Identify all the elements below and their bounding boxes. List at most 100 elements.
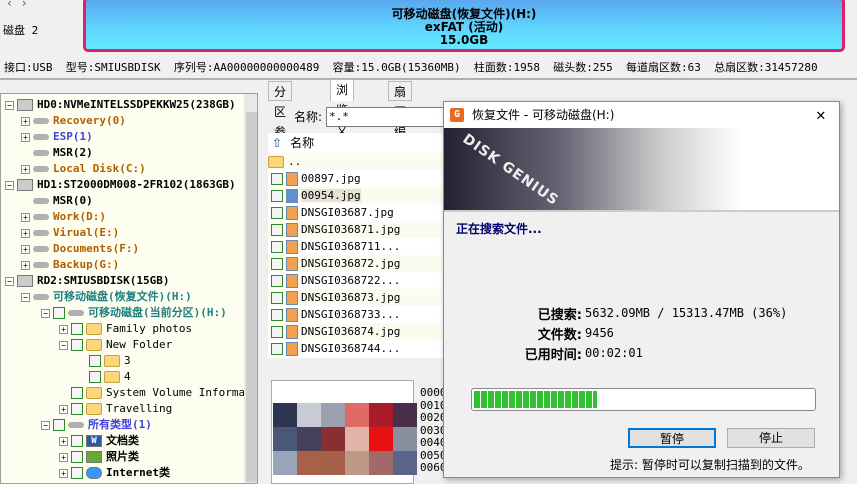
checkbox[interactable] xyxy=(271,241,283,253)
tree-item[interactable]: + Recovery(0) xyxy=(21,113,126,129)
checkbox[interactable] xyxy=(271,224,283,236)
checkbox[interactable] xyxy=(271,275,283,287)
file-row[interactable]: DNSGI0368733... xyxy=(268,306,448,323)
expand-toggle-icon[interactable]: + xyxy=(59,324,68,334)
tree-item[interactable]: + Backup(G:) xyxy=(21,257,119,273)
partition-bar[interactable]: 可移动磁盘(恢复文件)(H:) exFAT (活动) 15.0GB xyxy=(83,0,845,52)
expand-toggle-icon[interactable]: + xyxy=(21,244,30,254)
checkbox[interactable] xyxy=(71,387,83,399)
tree-item[interactable]: + W 文档类 xyxy=(59,433,139,449)
tree-item[interactable]: + 照片类 xyxy=(59,449,139,465)
tree-item[interactable]: − HD1:ST2000DM008-2FR102(1863GB) xyxy=(5,177,236,193)
checkbox[interactable] xyxy=(271,309,283,321)
expand-toggle-icon[interactable]: − xyxy=(59,340,68,350)
tree-item-label: MSR(0) xyxy=(53,194,93,207)
checkbox[interactable] xyxy=(71,451,83,463)
up-icon[interactable]: ⇧ xyxy=(272,136,282,150)
file-row[interactable]: DNSGI036871.jpg xyxy=(268,221,448,238)
expand-toggle-icon[interactable]: + xyxy=(21,212,30,222)
file-row[interactable]: DNSGI0368711... xyxy=(268,238,448,255)
expand-toggle-icon[interactable]: + xyxy=(59,468,68,478)
checkbox[interactable] xyxy=(53,307,65,319)
expand-toggle-icon[interactable]: + xyxy=(21,132,30,142)
tree-scroll-thumb[interactable] xyxy=(246,112,257,482)
tree-item[interactable]: MSR(2) xyxy=(21,145,93,161)
checkbox[interactable] xyxy=(271,173,283,185)
checkbox[interactable] xyxy=(71,323,83,335)
expand-toggle-icon[interactable]: + xyxy=(59,404,68,414)
checkbox[interactable] xyxy=(71,435,83,447)
tree-item[interactable]: + Local Disk(C:) xyxy=(21,161,146,177)
stop-button[interactable]: 停止 xyxy=(727,428,815,448)
expand-toggle-icon[interactable]: − xyxy=(41,308,50,318)
checkbox[interactable] xyxy=(271,190,283,202)
parent-folder-row[interactable]: .. xyxy=(268,153,448,170)
tree-item[interactable]: MSR(0) xyxy=(21,193,93,209)
tree-item[interactable]: − New Folder xyxy=(59,337,172,353)
list-header[interactable]: ⇧ 名称 xyxy=(268,133,448,153)
checkbox[interactable] xyxy=(271,258,283,270)
checkbox[interactable] xyxy=(271,292,283,304)
tab-partition-params[interactable]: 分区参数 xyxy=(268,81,293,159)
expand-toggle-icon[interactable]: − xyxy=(5,276,14,286)
tree-item[interactable]: 3 xyxy=(77,353,131,369)
tab-browse-files[interactable]: 浏览文件 xyxy=(330,79,355,157)
word-icon: W xyxy=(86,435,102,447)
tab-sector-edit[interactable]: 扇区编辑 xyxy=(388,81,413,159)
tree-item[interactable]: − HD0:NVMeINTELSSDPEKKW25(238GB) xyxy=(5,97,236,113)
checkbox[interactable] xyxy=(89,355,101,367)
tree-item[interactable]: + ESP(1) xyxy=(21,129,93,145)
tree-item[interactable]: + Work(D:) xyxy=(21,209,106,225)
tree-item-label: MSR(2) xyxy=(53,146,93,159)
app-logo-icon: G xyxy=(450,108,464,122)
preview-pixel xyxy=(321,427,345,451)
file-row[interactable]: DNSGI036872.jpg xyxy=(268,255,448,272)
tree-item[interactable]: − 所有类型(1) xyxy=(41,417,152,433)
expand-toggle-icon[interactable]: − xyxy=(5,180,14,190)
tree-item-label: Documents(F:) xyxy=(53,242,140,255)
checkbox[interactable] xyxy=(271,207,283,219)
expand-toggle-icon[interactable]: + xyxy=(21,116,30,126)
tree-item[interactable]: + Internet类 xyxy=(59,465,170,481)
tree-item[interactable]: System Volume Informat xyxy=(59,385,252,401)
tree-item[interactable]: + Documents(F:) xyxy=(21,241,139,257)
checkbox[interactable] xyxy=(53,419,65,431)
pause-button[interactable]: 暂停 xyxy=(628,428,716,448)
file-row[interactable]: DNSGI0368722... xyxy=(268,272,448,289)
filter-input[interactable]: *.* xyxy=(326,107,446,127)
expand-toggle-icon[interactable]: − xyxy=(5,100,14,110)
expand-toggle-icon[interactable]: + xyxy=(21,164,30,174)
tree-item[interactable]: − 可移动磁盘(当前分区)(H:) xyxy=(41,305,227,321)
tree-item[interactable]: − 可移动磁盘(恢复文件)(H:) xyxy=(21,289,192,305)
expand-toggle-icon[interactable]: + xyxy=(59,436,68,446)
elapsed-label: 已用时间: xyxy=(524,348,582,363)
checkbox[interactable] xyxy=(89,371,101,383)
checkbox[interactable] xyxy=(271,343,283,355)
file-row[interactable]: DNSGI036874.jpg xyxy=(268,323,448,340)
file-row[interactable]: 00897.jpg xyxy=(268,170,448,187)
expand-toggle-icon[interactable]: + xyxy=(59,452,68,462)
nav-arrows[interactable]: ‹ › xyxy=(6,0,28,10)
file-row[interactable]: 00954.jpg xyxy=(268,187,448,204)
expand-toggle-icon[interactable]: + xyxy=(21,260,30,270)
checkbox[interactable] xyxy=(71,467,83,479)
checkbox[interactable] xyxy=(271,326,283,338)
file-count-label: 文件数: xyxy=(537,328,582,343)
tree-item[interactable]: + Virual(E:) xyxy=(21,225,119,241)
folder-icon xyxy=(86,339,102,351)
expand-toggle-icon[interactable]: − xyxy=(21,292,30,302)
file-row[interactable]: DNSGI0368744... xyxy=(268,340,448,357)
close-icon[interactable]: ✕ xyxy=(816,102,826,128)
file-row[interactable]: DNSGI03687.jpg xyxy=(268,204,448,221)
expand-toggle-icon[interactable]: − xyxy=(41,420,50,430)
tree-item[interactable]: + Family photos xyxy=(59,321,192,337)
expand-toggle-icon[interactable]: + xyxy=(21,228,30,238)
name-column-header[interactable]: 名称 xyxy=(290,136,314,150)
tree-item[interactable]: 4 xyxy=(77,369,131,385)
checkbox[interactable] xyxy=(71,403,83,415)
tree-item-label: Internet类 xyxy=(106,466,170,479)
tree-item[interactable]: − RD2:SMIUSBDISK(15GB) xyxy=(5,273,169,289)
file-row[interactable]: DNSGI036873.jpg xyxy=(268,289,448,306)
checkbox[interactable] xyxy=(71,339,83,351)
tree-item[interactable]: + Travelling xyxy=(59,401,172,417)
